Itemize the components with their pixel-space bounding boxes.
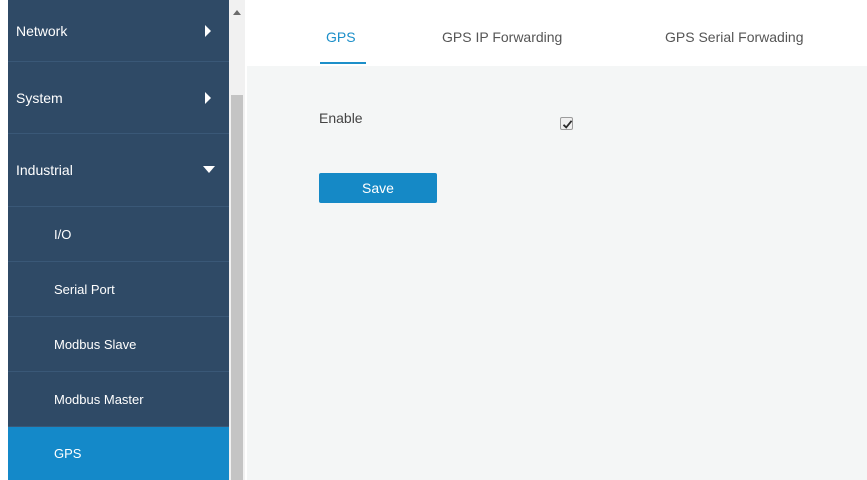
sidebar: Network System Industrial I/O Serial Por… [8, 0, 229, 480]
sidebar-item-io[interactable]: I/O [8, 207, 229, 262]
chevron-right-icon [205, 24, 211, 37]
sidebar-item-label: Network [16, 22, 68, 39]
sidebar-item-label: Modbus Slave [54, 336, 137, 352]
save-button[interactable]: Save [319, 173, 437, 203]
sidebar-item-label: System [16, 89, 63, 106]
sidebar-item-label: Modbus Master [54, 391, 144, 407]
sidebar-item-label: Industrial [16, 162, 73, 178]
enable-checkbox[interactable] [560, 117, 573, 130]
sidebar-item-serial-port[interactable]: Serial Port [8, 262, 229, 317]
active-tab-indicator [320, 62, 366, 64]
app-window: Network System Industrial I/O Serial Por… [0, 0, 867, 480]
sidebar-item-network[interactable]: Network [8, 0, 229, 62]
tab-bar: GPS GPS IP Forwarding GPS Serial Forwadi… [247, 0, 867, 66]
sidebar-item-modbus-master[interactable]: Modbus Master [8, 372, 229, 427]
chevron-down-icon [203, 166, 215, 173]
sidebar-item-modbus-slave[interactable]: Modbus Slave [8, 317, 229, 372]
tab-gps[interactable]: GPS [326, 29, 356, 45]
settings-panel: Enable Save [247, 66, 867, 480]
scroll-up-arrow-icon[interactable] [233, 10, 241, 15]
tab-gps-ip-forwarding[interactable]: GPS IP Forwarding [442, 29, 562, 45]
main-content: GPS GPS IP Forwarding GPS Serial Forwadi… [247, 0, 867, 480]
sidebar-item-gps[interactable]: GPS [8, 427, 229, 480]
checkmark-icon [562, 120, 573, 129]
scrollbar-thumb[interactable] [231, 95, 243, 480]
sidebar-item-label: I/O [54, 226, 72, 242]
sidebar-item-label: Serial Port [54, 281, 115, 297]
chevron-right-icon [205, 91, 211, 104]
sidebar-item-label: GPS [54, 446, 82, 461]
tab-gps-serial-forwarding[interactable]: GPS Serial Forwading [665, 29, 804, 45]
sidebar-item-industrial[interactable]: Industrial [8, 134, 229, 207]
sidebar-scrollbar[interactable] [229, 0, 245, 480]
enable-label: Enable [319, 110, 363, 126]
sidebar-item-system[interactable]: System [8, 62, 229, 134]
